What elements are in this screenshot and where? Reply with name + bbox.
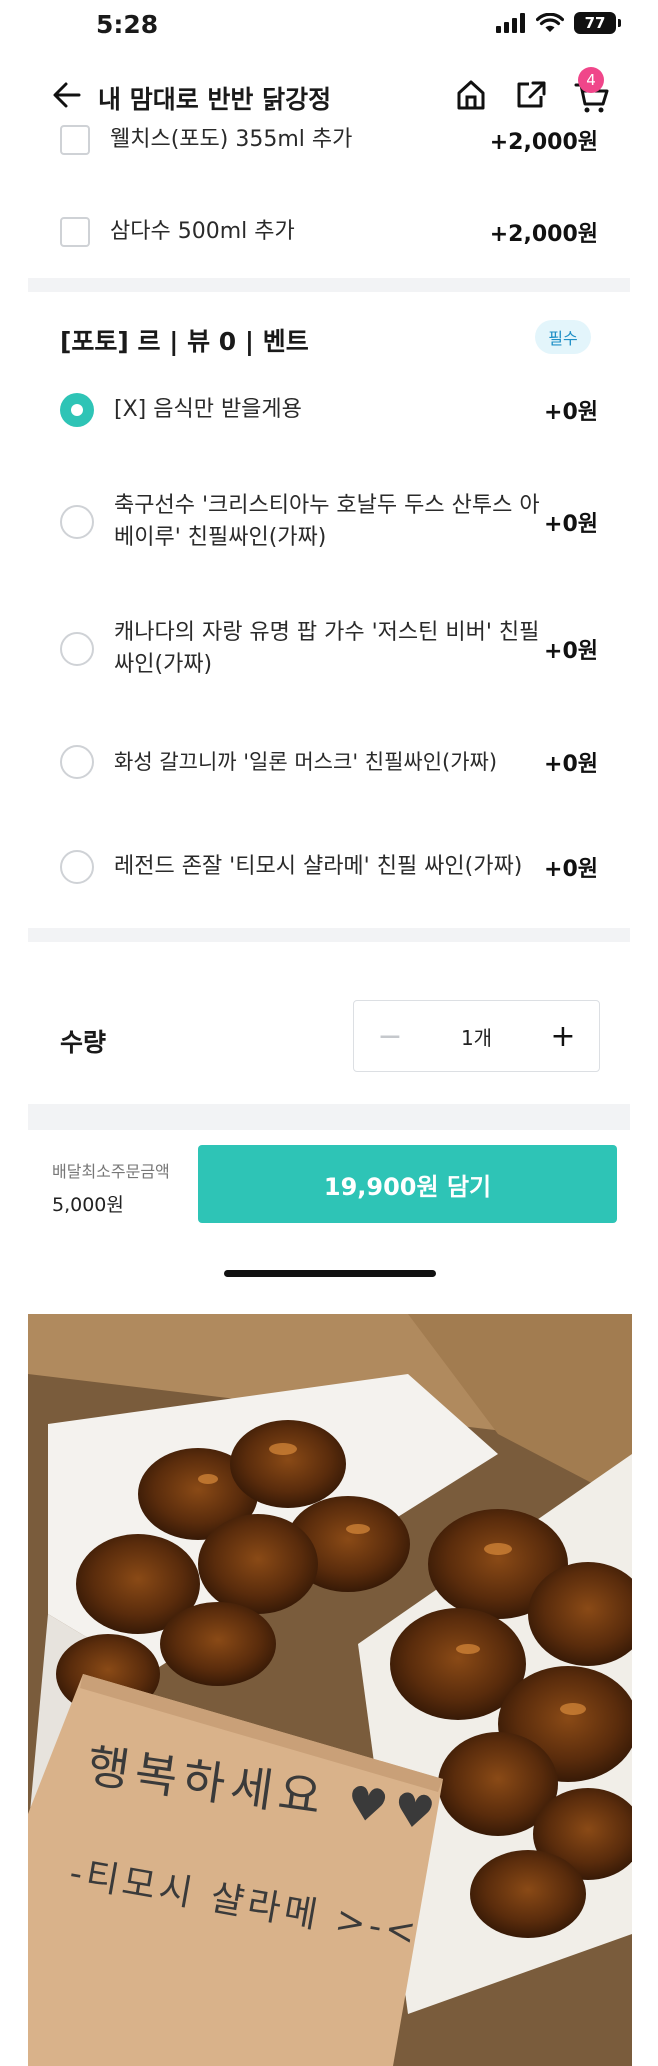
min-order-value: 5,000원	[52, 1194, 124, 1216]
wifi-icon	[536, 13, 564, 32]
increase-button[interactable]: +	[543, 1016, 583, 1056]
section-title: [포토] 르 | 뷰 0 | 벤트	[60, 327, 309, 356]
option-price: +0원	[544, 639, 598, 664]
option-row-food-only[interactable]: [X] 음식만 받을게용 +0원	[28, 388, 630, 432]
option-label: 화성 갈끄니까 '일론 머스크' 친필싸인(가짜)	[114, 750, 498, 774]
radio-selected[interactable]	[60, 393, 94, 427]
radio-unselected[interactable]	[60, 745, 94, 779]
option-price: +0원	[544, 512, 598, 537]
min-order-label: 배달최소주문금액	[52, 1162, 170, 1181]
option-row-timothee[interactable]: 레전드 존잘 '티모시 샬라메' 친필 싸인(가짜) +0원	[28, 832, 630, 902]
option-label: 캐나다의 자랑 유명 팝 가수 '저스틴 비버' 친필싸인(가짜)	[114, 620, 540, 677]
option-label: [X] 음식만 받을게용	[114, 397, 302, 422]
option-price: +0원	[544, 400, 598, 425]
share-icon[interactable]	[515, 80, 547, 110]
add-to-cart-button[interactable]: 19,900원 담기	[198, 1145, 617, 1223]
option-row-samdasoo[interactable]: 삼다수 500ml 추가 +2,000원	[28, 212, 630, 252]
cart-count-badge: 4	[578, 67, 604, 93]
quantity-stepper[interactable]: − 1개 +	[353, 1000, 600, 1072]
status-time: 5:28	[96, 10, 159, 39]
option-price: +2,000원	[489, 130, 598, 155]
option-row-musk[interactable]: 화성 갈끄니까 '일론 머스크' 친필싸인(가짜) +0원	[28, 740, 630, 784]
status-icons: 77	[496, 12, 621, 34]
quantity-label: 수량	[60, 1028, 107, 1057]
option-row-bieber[interactable]: 캐나다의 자랑 유명 팝 가수 '저스틴 비버' 친필싸인(가짜) +0원	[28, 614, 630, 684]
radio-unselected[interactable]	[60, 850, 94, 884]
battery-indicator: 77	[574, 12, 621, 34]
option-checkbox[interactable]	[60, 125, 90, 155]
option-price: +0원	[544, 857, 598, 882]
option-checkbox[interactable]	[60, 217, 90, 247]
required-badge: 필수	[535, 320, 591, 354]
decrease-button[interactable]: −	[370, 1016, 410, 1056]
option-price: +0원	[544, 752, 598, 777]
option-label: 축구선수 '크리스티아누 호날두 두스 산투스 아베이루' 친필싸인(가짜)	[114, 493, 540, 550]
option-row-ronaldo[interactable]: 축구선수 '크리스티아누 호날두 두스 산투스 아베이루' 친필싸인(가짜) +…	[28, 487, 630, 557]
option-label: 웰치스(포도) 355ml 추가	[110, 127, 353, 152]
back-arrow-icon[interactable]	[52, 80, 82, 110]
section-divider	[28, 1104, 630, 1130]
quantity-value: 1개	[460, 1025, 493, 1050]
option-row-welchs[interactable]: 웰치스(포도) 355ml 추가 +2,000원	[28, 120, 630, 160]
home-icon[interactable]	[455, 79, 487, 111]
radio-unselected[interactable]	[60, 505, 94, 539]
section-divider	[28, 928, 630, 942]
cellular-signal-icon	[496, 13, 525, 33]
home-indicator	[224, 1270, 436, 1277]
food-photo: 행복하세요 ♥♥ -티모시 샬라메 >-<	[28, 1314, 632, 2066]
section-divider	[28, 278, 630, 292]
option-label: 삼다수 500ml 추가	[110, 219, 295, 244]
option-price: +2,000원	[489, 222, 598, 247]
option-label: 레전드 존잘 '티모시 샬라메' 친필 싸인(가짜)	[114, 854, 523, 879]
page-title: 내 맘대로 반반 닭강정	[98, 85, 332, 114]
radio-unselected[interactable]	[60, 632, 94, 666]
